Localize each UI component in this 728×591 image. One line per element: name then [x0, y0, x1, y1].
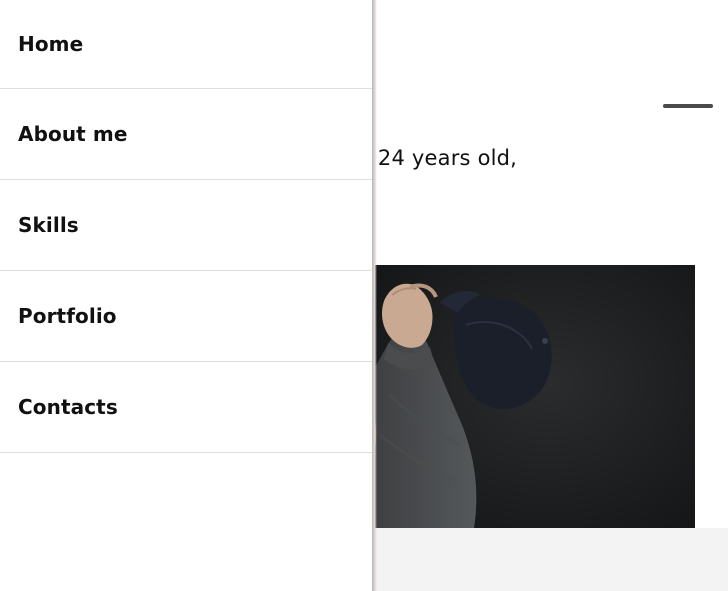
side-navigation-drawer: Home About me Skills Portfolio Contacts: [0, 0, 374, 591]
nav-item-skills[interactable]: Skills: [0, 180, 374, 271]
drawer-edge-shadow: [372, 0, 377, 591]
footer-band: [374, 528, 728, 591]
hamburger-menu-icon[interactable]: [663, 104, 713, 108]
nav-menu: Home About me Skills Portfolio Contacts: [0, 0, 374, 453]
nav-item-label: Home: [18, 32, 84, 56]
page: igner 24 years old, Home About me Skills…: [0, 0, 728, 591]
nav-item-home[interactable]: Home: [0, 0, 374, 89]
portrait-photo: [370, 265, 695, 528]
nav-item-label: About me: [18, 122, 128, 146]
nav-item-label: Skills: [18, 213, 79, 237]
nav-item-portfolio[interactable]: Portfolio: [0, 271, 374, 362]
nav-item-contacts[interactable]: Contacts: [0, 362, 374, 453]
nav-item-label: Contacts: [18, 395, 118, 419]
nav-item-label: Portfolio: [18, 304, 117, 328]
nav-item-about-me[interactable]: About me: [0, 89, 374, 180]
